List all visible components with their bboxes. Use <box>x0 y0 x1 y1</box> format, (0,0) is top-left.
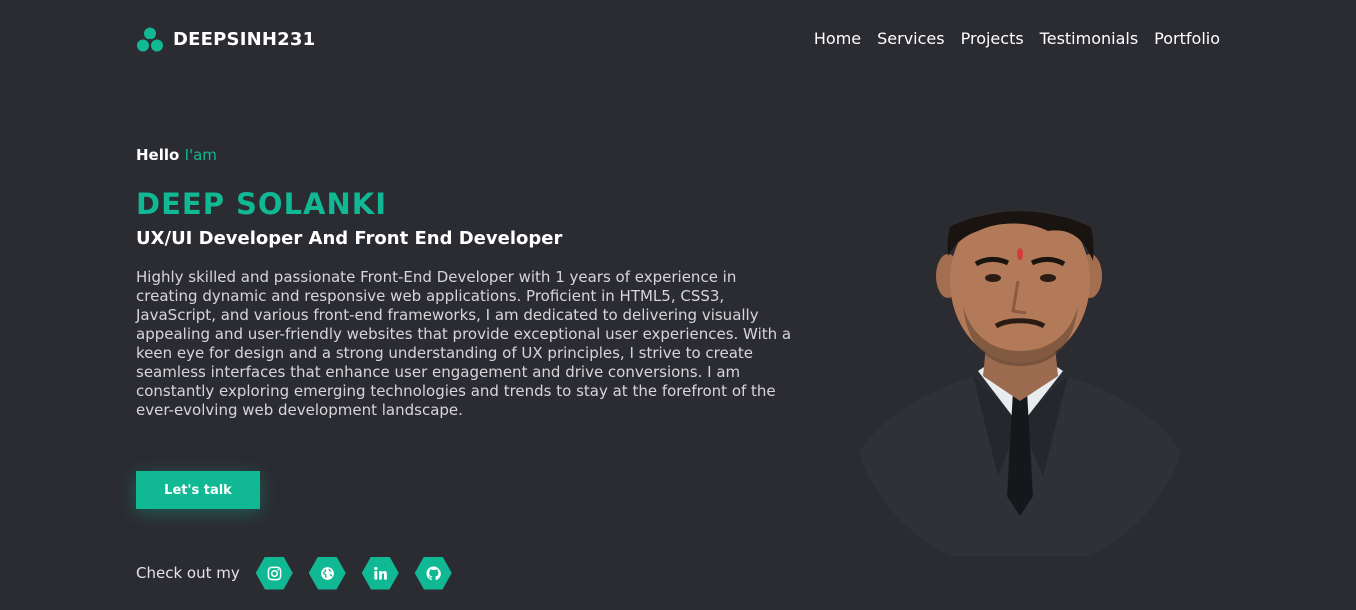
profile-photo <box>848 176 1192 556</box>
instagram-icon <box>267 566 282 581</box>
nav-testimonials[interactable]: Testimonials <box>1040 28 1139 50</box>
hero-role: UX/UI Developer And Front End Developer <box>136 228 563 249</box>
github-icon <box>426 565 441 581</box>
linkedin-link[interactable] <box>361 556 399 590</box>
nav-home[interactable]: Home <box>814 28 861 50</box>
lets-talk-button[interactable]: Let's talk <box>136 471 260 509</box>
hero-section: Hello I'am DEEP SOLANKI UX/UI Developer … <box>136 140 796 420</box>
instagram-link[interactable] <box>255 556 293 590</box>
brand-link[interactable]: DEEPSINH231 <box>136 22 315 58</box>
linkedin-icon <box>373 566 388 581</box>
greeting-accent: I'am <box>184 146 217 164</box>
hero-bio: Highly skilled and passionate Front-End … <box>136 268 792 419</box>
globe-icon <box>320 566 335 581</box>
nav-portfolio[interactable]: Portfolio <box>1154 28 1220 50</box>
nav-services[interactable]: Services <box>877 28 944 50</box>
nav-menu: Home Services Projects Testimonials Port… <box>814 28 1220 50</box>
greeting-text: Hello <box>136 146 180 164</box>
hero-greeting: Hello I'am <box>136 140 796 170</box>
socials-label: Check out my <box>136 564 240 582</box>
website-link[interactable] <box>308 556 346 590</box>
github-link[interactable] <box>414 556 452 590</box>
three-circles-logo-icon <box>136 26 164 54</box>
hero-name: DEEP SOLANKI <box>136 187 388 221</box>
navbar: DEEPSINH231 Home Services Projects Testi… <box>0 0 1356 80</box>
brand-name: DEEPSINH231 <box>173 29 316 50</box>
nav-projects[interactable]: Projects <box>961 28 1024 50</box>
social-links: Check out my <box>136 556 468 590</box>
